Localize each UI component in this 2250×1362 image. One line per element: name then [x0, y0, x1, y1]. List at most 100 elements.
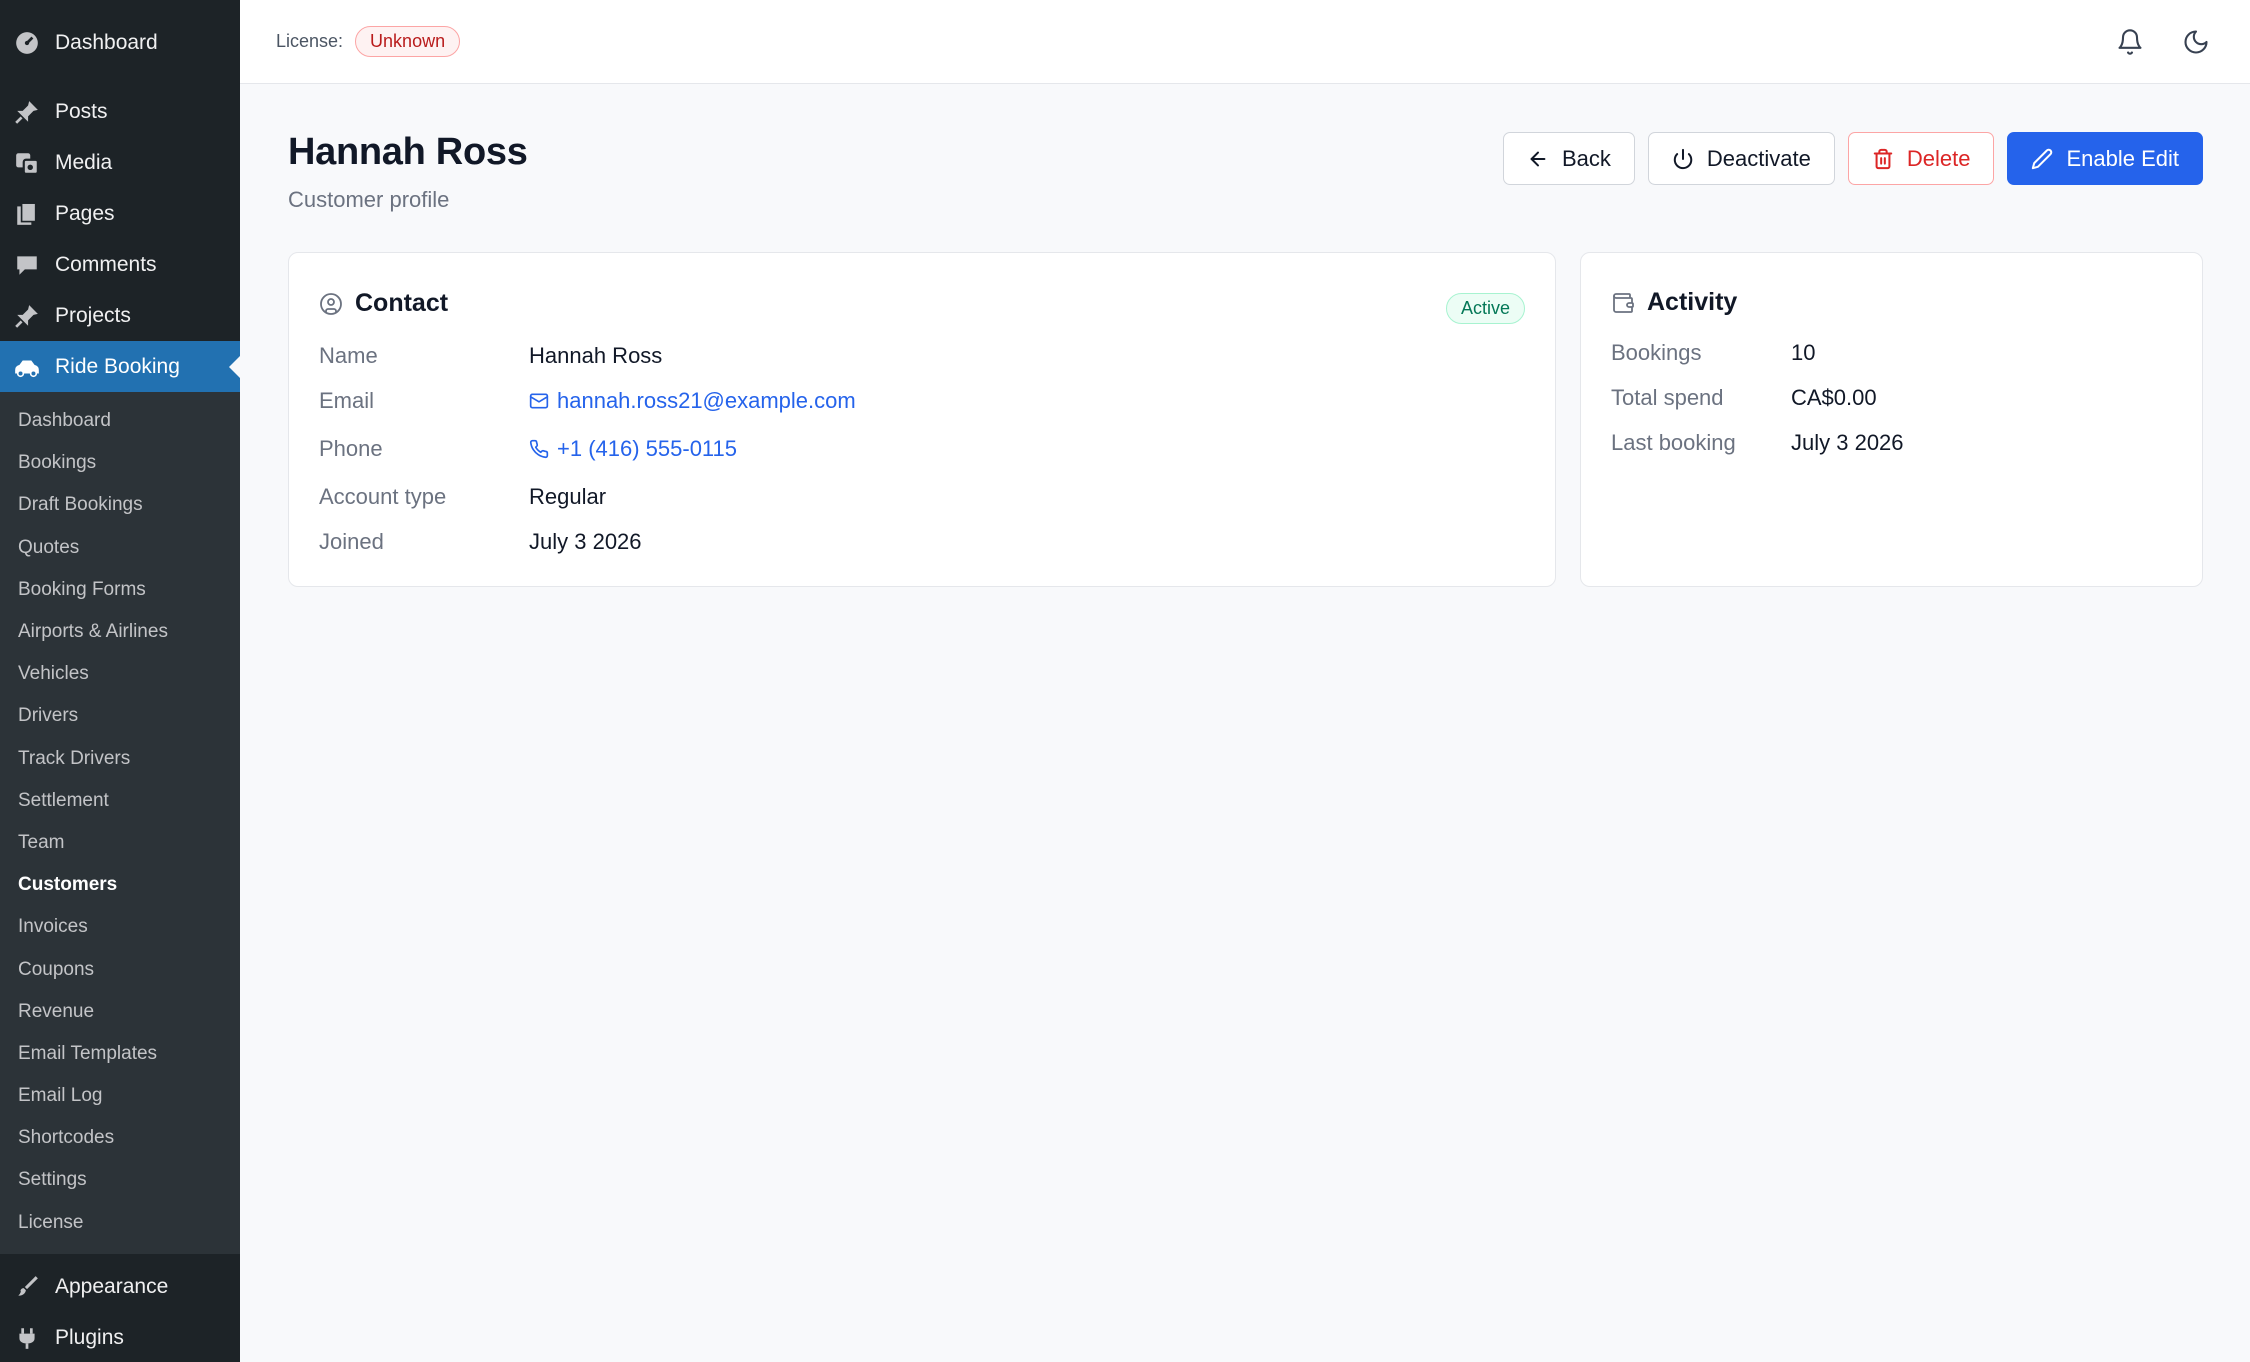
- field-label: Email: [319, 388, 375, 413]
- deactivate-button[interactable]: Deactivate: [1647, 132, 1835, 185]
- submenu-license[interactable]: License: [0, 1202, 240, 1244]
- submenu-track-drivers[interactable]: Track Drivers: [0, 738, 240, 780]
- top-bar-actions: [2112, 24, 2214, 60]
- field-label: Account type: [319, 484, 447, 509]
- sidebar-item-label: Posts: [55, 99, 108, 123]
- contact-row-email: Email hannah.ross21@example.com: [319, 388, 856, 414]
- pages-icon: [13, 200, 41, 228]
- field-label: Name: [319, 343, 378, 368]
- license-status-badge: Unknown: [355, 26, 461, 57]
- submenu-draft-bookings[interactable]: Draft Bookings: [0, 484, 240, 526]
- submenu-settlement[interactable]: Settlement: [0, 780, 240, 822]
- comment-icon: [13, 251, 41, 279]
- email-value: hannah.ross21@example.com: [557, 388, 856, 413]
- ride-booking-submenu: Dashboard Bookings Draft Bookings Quotes…: [0, 392, 240, 1254]
- submenu-bookings[interactable]: Bookings: [0, 442, 240, 484]
- arrow-left-icon: [1527, 148, 1549, 170]
- submenu-customers[interactable]: Customers: [0, 864, 240, 906]
- submenu-airports-airlines[interactable]: Airports & Airlines: [0, 611, 240, 653]
- moon-icon[interactable]: [2178, 24, 2214, 60]
- contact-row-phone: Phone +1 (416) 555-0115: [319, 436, 737, 462]
- contact-card-title: Contact: [319, 289, 448, 318]
- contact-row-account-type: Account type Regular: [319, 484, 606, 510]
- plug-icon: [13, 1324, 41, 1352]
- submenu-coupons[interactable]: Coupons: [0, 948, 240, 990]
- power-icon: [1672, 148, 1694, 170]
- submenu-invoices[interactable]: Invoices: [0, 906, 240, 948]
- phone-link[interactable]: +1 (416) 555-0115: [529, 436, 737, 462]
- field-label: Joined: [319, 529, 384, 554]
- sidebar-item-posts[interactable]: Posts: [0, 86, 240, 137]
- submenu-settings[interactable]: Settings: [0, 1159, 240, 1201]
- submenu-vehicles[interactable]: Vehicles: [0, 653, 240, 695]
- activity-title-text: Activity: [1647, 288, 1738, 316]
- page-subtitle: Customer profile: [288, 187, 450, 212]
- field-value-joined: July 3 2026: [529, 529, 642, 554]
- bell-icon[interactable]: [2112, 24, 2148, 60]
- submenu-revenue[interactable]: Revenue: [0, 991, 240, 1033]
- trash-icon: [1872, 148, 1894, 170]
- field-value-bookings: 10: [1791, 340, 1816, 365]
- status-badge: Active: [1445, 293, 1525, 324]
- car-icon: [13, 353, 41, 381]
- sidebar-item-appearance[interactable]: Appearance: [0, 1262, 240, 1313]
- submenu-email-templates[interactable]: Email Templates: [0, 1033, 240, 1075]
- mail-icon: [529, 391, 549, 411]
- enable-edit-button[interactable]: Enable Edit: [2007, 132, 2203, 185]
- license-label: License:: [276, 31, 344, 51]
- user-circle-icon: [319, 292, 343, 316]
- sidebar-item-comments[interactable]: Comments: [0, 239, 240, 290]
- sidebar-item-media[interactable]: Media: [0, 137, 240, 188]
- phone-value: +1 (416) 555-0115: [557, 436, 738, 461]
- sidebar-item-label: Projects: [55, 303, 131, 327]
- field-label: Last booking: [1611, 430, 1736, 455]
- admin-sidebar: Dashboard Posts Media Pages Comments Pro…: [0, 0, 240, 1362]
- activity-row-bookings: Bookings 10: [1611, 340, 1815, 366]
- field-label: Bookings: [1611, 340, 1702, 365]
- pin-icon: [13, 98, 41, 126]
- field-label: Phone: [319, 436, 383, 461]
- field-value-last-booking: July 3 2026: [1791, 430, 1904, 455]
- contact-card: Contact Active Name Hannah Ross Email ha…: [288, 252, 1556, 587]
- field-label: Total spend: [1611, 385, 1724, 410]
- phone-icon: [529, 439, 549, 459]
- sidebar-item-ride-booking[interactable]: Ride Booking: [0, 341, 240, 392]
- field-value-name: Hannah Ross: [529, 343, 663, 368]
- brush-icon: [13, 1273, 41, 1301]
- submenu-drivers[interactable]: Drivers: [0, 695, 240, 737]
- sidebar-item-label: Plugins: [55, 1326, 124, 1350]
- back-button[interactable]: Back: [1503, 132, 1635, 185]
- activity-card: Activity Bookings 10 Total spend CA$0.00…: [1580, 252, 2203, 587]
- sidebar-item-label: Comments: [55, 252, 157, 276]
- sidebar-item-label: Pages: [55, 201, 115, 225]
- delete-button[interactable]: Delete: [1847, 132, 1995, 185]
- wallet-icon: [1611, 291, 1635, 315]
- sidebar-item-pages[interactable]: Pages: [0, 188, 240, 239]
- submenu-email-log[interactable]: Email Log: [0, 1075, 240, 1117]
- submenu-shortcodes[interactable]: Shortcodes: [0, 1117, 240, 1159]
- sidebar-item-plugins[interactable]: Plugins: [0, 1313, 240, 1362]
- contact-row-joined: Joined July 3 2026: [319, 529, 642, 555]
- field-value-total-spend: CA$0.00: [1791, 385, 1877, 410]
- deactivate-button-label: Deactivate: [1706, 145, 1811, 171]
- page-title: Hannah Ross: [288, 131, 528, 173]
- delete-button-label: Delete: [1906, 145, 1971, 171]
- sidebar-item-label: Media: [55, 150, 113, 174]
- dashboard-icon: [13, 29, 41, 57]
- field-value-account-type: Regular: [529, 484, 607, 509]
- enable-edit-button-label: Enable Edit: [2066, 145, 2179, 171]
- sidebar-item-label: Ride Booking: [55, 354, 180, 378]
- pencil-icon: [2031, 148, 2053, 170]
- sidebar-item-label: Dashboard: [55, 31, 158, 54]
- submenu-booking-forms[interactable]: Booking Forms: [0, 569, 240, 611]
- email-link[interactable]: hannah.ross21@example.com: [529, 388, 856, 414]
- sidebar-item-projects[interactable]: Projects: [0, 290, 240, 341]
- submenu-quotes[interactable]: Quotes: [0, 527, 240, 569]
- activity-row-last-booking: Last booking July 3 2026: [1611, 430, 1904, 456]
- sidebar-item-label: Appearance: [55, 1275, 169, 1299]
- activity-row-total-spend: Total spend CA$0.00: [1611, 385, 1877, 411]
- submenu-dashboard[interactable]: Dashboard: [0, 400, 240, 442]
- sidebar-item-dashboard[interactable]: Dashboard: [0, 0, 240, 86]
- submenu-team[interactable]: Team: [0, 822, 240, 864]
- contact-row-name: Name Hannah Ross: [319, 343, 662, 369]
